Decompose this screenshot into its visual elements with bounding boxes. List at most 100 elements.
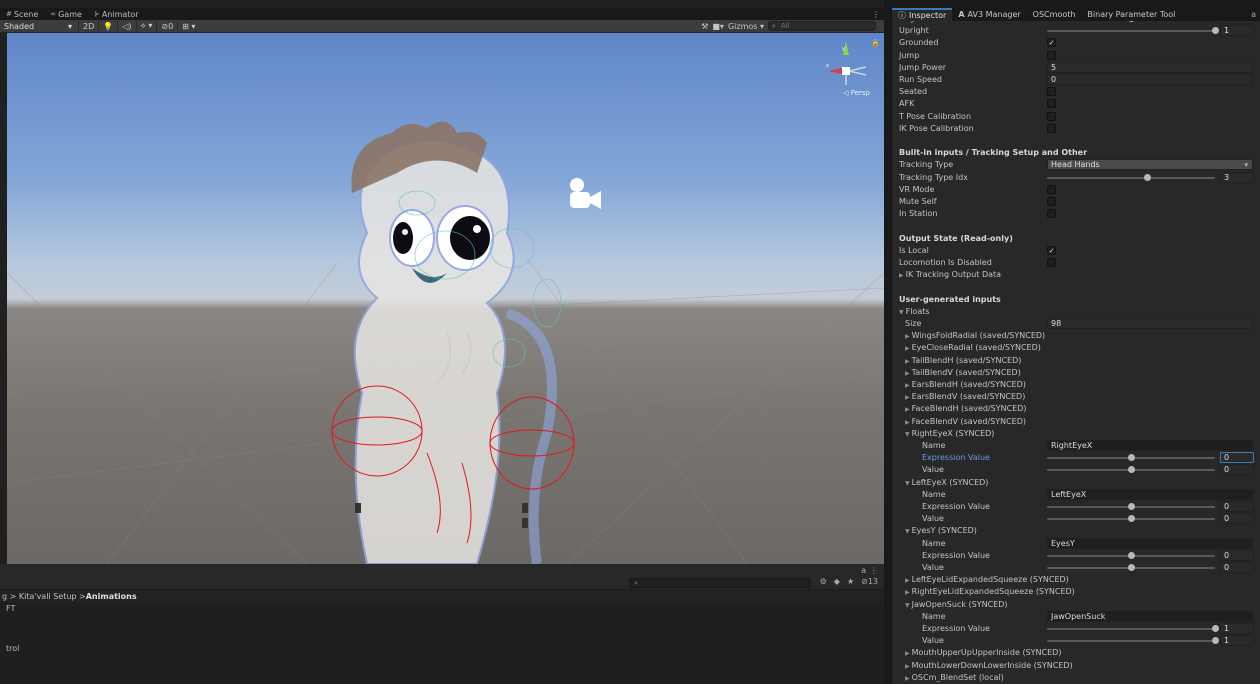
slider-value-field[interactable]: 0 [1220,562,1254,573]
text-field[interactable]: LeftEyeX [1047,488,1253,500]
filter-by-label-icon[interactable]: ◆ [834,577,840,586]
grid-toggle-icon[interactable]: ⊞ ▾ [177,20,199,32]
gizmos-dropdown[interactable]: Gizmos ▾ [728,22,764,31]
audio-toggle-icon[interactable]: ◁) [117,20,135,32]
slider-value-field[interactable]: 0 [1220,549,1254,561]
text-field[interactable]: EyesY [1047,537,1253,549]
slider-value-field[interactable]: 1 [1220,623,1254,634]
favorites-star-icon[interactable]: ★ [847,577,854,586]
slider-thumb[interactable] [1144,173,1152,181]
foldout-tailblendh-saved-synced[interactable]: ▶ TailBlendH (saved/SYNCED) [905,356,1021,365]
foldout-expanded-icon[interactable]: ▼ [899,309,904,316]
slider-thumb[interactable] [1211,625,1219,632]
tab-binary-parameter-tool[interactable]: Binary Parameter Tool [1081,8,1181,21]
perspective-label[interactable]: ◁ Persp [843,89,870,97]
foldout-expanded-icon[interactable]: ▼ [905,431,910,438]
foldout-lefteyelidexpandedsqueeze-synced[interactable]: ▶ LeftEyeLidExpandedSqueeze (SYNCED) [905,575,1069,584]
checkbox[interactable] [1047,99,1056,109]
slider-thumb[interactable] [1127,564,1135,571]
breadcrumb-current[interactable]: Animations [86,592,137,601]
scene-search-input[interactable]: ⌕ All [768,21,876,31]
toggle-2d-button[interactable]: 2D [78,20,98,32]
slider-track[interactable] [1047,628,1215,630]
foldout-earsblendh-saved-synced[interactable]: ▶ EarsBlendH (saved/SYNCED) [905,380,1026,389]
list-item[interactable]: FT [6,604,15,613]
foldout-earsblendv-saved-synced[interactable]: ▶ EarsBlendV (saved/SYNCED) [905,392,1025,401]
tab-scene[interactable]: # Scene [0,8,44,20]
slider-track[interactable] [1047,30,1215,33]
slider-thumb[interactable] [1127,454,1135,462]
foldout-mouthlowerdownlowerinside-synced[interactable]: ▶ MouthLowerDownLowerInside (SYNCED) [905,661,1073,670]
slider-value-field[interactable]: 0 [1220,21,1254,24]
foldout-collapsed-icon[interactable]: ▶ [905,675,910,682]
foldout-tailblendv-saved-synced[interactable]: ▶ TailBlendV (saved/SYNCED) [905,368,1021,377]
slider-thumb[interactable] [1127,551,1135,559]
tab-oscmooth[interactable]: OSCmooth [1027,8,1082,21]
lock-icon[interactable]: a [861,566,866,575]
foldout-collapsed-icon[interactable]: ▶ [899,272,904,279]
foldout-lefteyex-synced[interactable]: ▼ LeftEyeX (SYNCED) [905,478,988,487]
text-field[interactable]: JawOpenSuck [1047,610,1253,622]
slider-value-field[interactable]: 0 [1220,501,1254,512]
lighting-toggle-icon[interactable]: 💡 [98,20,117,32]
slider-thumb[interactable] [1211,637,1219,645]
slider-value-field[interactable]: 1 [1220,25,1254,37]
lock-icon[interactable]: 🔒 [871,39,880,47]
checkbox[interactable] [1047,111,1056,121]
tools-icon[interactable]: ⚒ [701,22,708,31]
foldout-expanded-icon[interactable]: ▼ [905,602,910,609]
camera-settings-icon[interactable]: ■▾ [712,22,724,31]
checkbox[interactable]: ✓ [1047,38,1056,48]
slider-value-field[interactable]: 3 [1220,171,1254,183]
shading-mode-dropdown[interactable]: Shaded ▾ [0,22,78,31]
slider-thumb[interactable] [1127,466,1135,474]
foldout-collapsed-icon[interactable]: ▶ [905,394,910,401]
checkbox[interactable] [1047,123,1056,133]
foldout-expanded-icon[interactable]: ▼ [905,528,910,535]
foldout-collapsed-icon[interactable]: ▶ [905,345,910,352]
project-search-input[interactable]: ⌕ [629,578,811,588]
hidden-objects-toggle[interactable]: ⊘ 0 [156,20,177,32]
foldout-collapsed-icon[interactable]: ▶ [905,382,910,389]
lock-icon[interactable]: a [1251,10,1260,19]
foldout-wingsfoldradial-saved-synced[interactable]: ▶ WingsFoldRadial (saved/SYNCED) [905,331,1045,340]
foldout-collapsed-icon[interactable]: ▶ [905,370,910,377]
foldout-jawopensuck-synced[interactable]: ▼ JawOpenSuck (SYNCED) [905,600,1008,609]
foldout-collapsed-icon[interactable]: ▶ [905,333,910,340]
effects-toggle-icon[interactable]: ⟡ ▾ [135,20,157,32]
foldout-floats[interactable]: ▼ Floats [899,307,930,316]
slider-thumb[interactable] [1127,21,1135,22]
slider-track[interactable] [1047,176,1215,179]
filter-by-type-icon[interactable]: ⚙ [820,577,827,586]
text-field[interactable]: 98 [1047,318,1253,329]
slider-value-field[interactable]: 0 [1220,513,1254,525]
tracking-type-dropdown[interactable]: Head Hands ▾ [1047,159,1253,171]
more-options-icon[interactable]: ⋮ [872,10,884,19]
foldout-oscm-blendset-local[interactable]: ▶ OSCm_BlendSet (local) [905,673,1004,682]
foldout-collapsed-icon[interactable]: ▶ [905,419,910,426]
foldout-expanded-icon[interactable]: ▼ [905,480,910,487]
list-item[interactable]: trol [6,644,19,653]
foldout-collapsed-icon[interactable]: ▶ [905,358,910,365]
checkbox[interactable]: ✓ [1047,245,1056,255]
foldout-collapsed-icon[interactable]: ▶ [905,650,910,657]
hidden-packages-toggle[interactable]: ⊘13 [861,577,878,586]
tab-game[interactable]: ∞ Game [44,8,88,20]
tab-av3-manager[interactable]: A AV3 Manager [952,8,1026,21]
checkbox[interactable] [1047,209,1056,219]
slider-thumb[interactable] [1127,503,1135,510]
more-options-icon[interactable]: ⋮ [870,566,878,575]
tab-inspector[interactable]: ⓘ Inspector [892,8,953,21]
foldout-faceblendv-saved-synced[interactable]: ▶ FaceBlendV (saved/SYNCED) [905,417,1026,426]
foldout-righteyelidexpandedsqueeze-synced[interactable]: ▶ RightEyeLidExpandedSqueeze (SYNCED) [905,587,1075,596]
slider-value-field[interactable]: 0 [1220,452,1254,464]
foldout-collapsed-icon[interactable]: ▶ [905,663,910,670]
slider-value-field[interactable]: 1 [1220,635,1254,647]
foldout-faceblendh-saved-synced[interactable]: ▶ FaceBlendH (saved/SYNCED) [905,404,1027,413]
checkbox[interactable] [1047,258,1056,267]
checkbox[interactable] [1047,197,1056,206]
text-field[interactable]: 0 [1047,74,1253,85]
slider-thumb[interactable] [1211,27,1219,35]
text-field[interactable]: 5 [1047,61,1253,73]
foldout-collapsed-icon[interactable]: ▶ [905,406,910,413]
